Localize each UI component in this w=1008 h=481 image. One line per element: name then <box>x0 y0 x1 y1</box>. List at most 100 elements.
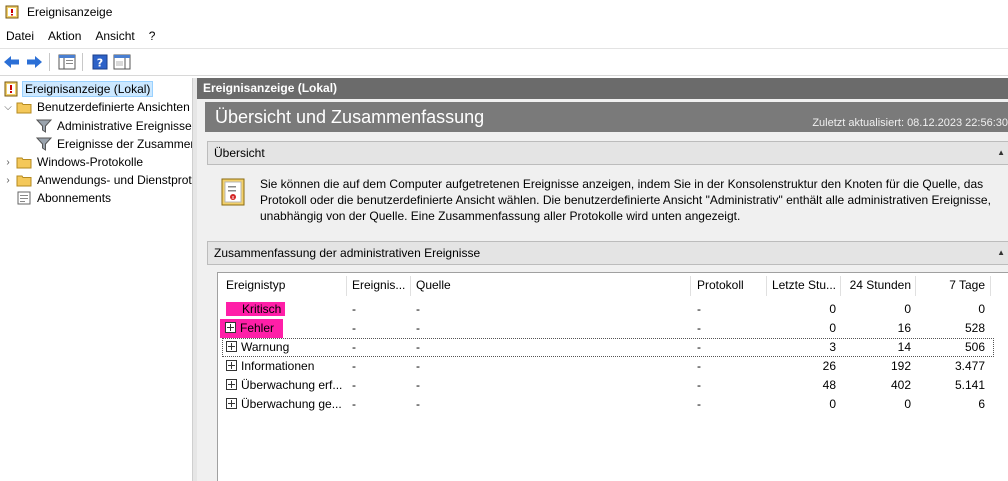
tree-item-windows-logs[interactable]: › Windows-Protokolle <box>3 153 145 171</box>
cell-event-id: - <box>352 340 356 354</box>
tree-item-summary-events[interactable]: Ereignisse der Zusammenfassung <box>36 135 192 153</box>
cell-log: - <box>697 321 701 335</box>
tree-item-admin-events[interactable]: Administrative Ereignisse <box>36 117 192 135</box>
toolbar-separator <box>82 53 83 71</box>
cell-type: Informationen <box>226 357 346 376</box>
show-hide-action-pane-button[interactable] <box>112 52 132 72</box>
column-divider[interactable] <box>990 276 991 296</box>
column-header-type[interactable]: Ereignistyp <box>226 273 346 297</box>
cell-24h: 0 <box>904 397 911 411</box>
folder-icon <box>16 175 32 187</box>
cell-source: - <box>416 378 420 392</box>
expand-plus-icon[interactable] <box>226 360 237 372</box>
type-label: Informationen <box>241 359 315 373</box>
page-title: Übersicht und Zusammenfassung <box>215 107 485 127</box>
main-header: Ereignisanzeige (Lokal) <box>197 78 1008 99</box>
expand-plus-icon[interactable] <box>226 379 237 391</box>
expand-plus-icon[interactable] <box>226 341 237 353</box>
type-label: Überwachung erf... <box>241 378 343 392</box>
cell-last-hour: 3 <box>829 340 836 354</box>
forward-arrow-icon <box>27 56 42 68</box>
type-label: Fehler <box>240 321 275 335</box>
cell-log: - <box>697 340 701 354</box>
chevron-right-icon[interactable]: › <box>3 157 13 168</box>
tree-item-app-service-logs[interactable]: › Anwendungs- und Dienstprotokolle <box>3 171 192 189</box>
collapse-icon[interactable]: ▲ <box>997 248 1005 257</box>
cell-7d: 506 <box>964 340 985 354</box>
column-divider[interactable] <box>840 276 841 296</box>
cell-type: Fehler <box>220 319 283 338</box>
section-title: Übersicht <box>214 146 265 160</box>
cell-source: - <box>416 340 420 354</box>
event-viewer-icon <box>5 5 19 19</box>
tree-label: Benutzerdefinierte Ansichten <box>37 100 190 114</box>
chevron-right-icon[interactable]: › <box>3 175 13 186</box>
cell-log: - <box>697 302 701 316</box>
table-row[interactable]: Überwachung erf... - - - 48 402 5.141 <box>218 376 1008 395</box>
tree-label: Abonnements <box>37 191 112 205</box>
column-divider[interactable] <box>410 276 411 296</box>
column-divider[interactable] <box>346 276 347 296</box>
menu-ansicht[interactable]: Ansicht <box>88 29 141 43</box>
title-bar: Ereignisanzeige <box>0 0 1008 24</box>
table-row[interactable]: Kritisch - - - 0 0 0 <box>218 300 1008 319</box>
cell-type: Überwachung ge... <box>226 395 346 414</box>
table-row[interactable]: Fehler - - - 0 16 528 <box>218 319 1008 338</box>
menu-aktion[interactable]: Aktion <box>41 29 88 43</box>
summary-section-header[interactable]: Zusammenfassung der administrativen Erei… <box>207 241 1008 265</box>
folder-icon <box>16 157 32 169</box>
help-icon: ? <box>92 54 108 70</box>
cell-log: - <box>697 397 701 411</box>
tree-item-subscriptions[interactable]: Abonnements <box>16 189 113 207</box>
column-divider[interactable] <box>915 276 916 296</box>
overview-info: x Sie können die auf dem Computer aufget… <box>217 171 1008 231</box>
menu-help[interactable]: ? <box>142 29 163 43</box>
cell-event-id: - <box>352 321 356 335</box>
column-header-7d[interactable]: 7 Tage <box>918 273 985 297</box>
column-header-24h[interactable]: 24 Stunden <box>844 273 911 297</box>
summary-table: Ereignistyp Ereignis... Quelle Protokoll… <box>217 272 1008 481</box>
chevron-down-icon[interactable]: ⌵ <box>3 102 13 113</box>
expand-plus-icon[interactable] <box>226 398 237 410</box>
tree-item-custom-views[interactable]: ⌵ Benutzerdefinierte Ansichten <box>3 98 192 116</box>
column-divider[interactable] <box>690 276 691 296</box>
cell-event-id: - <box>352 378 356 392</box>
overview-text: Sie können die auf dem Computer aufgetre… <box>260 177 991 223</box>
toolbar: ? <box>0 48 1008 76</box>
show-hide-tree-button[interactable] <box>57 52 77 72</box>
column-divider[interactable] <box>766 276 767 296</box>
cell-type: Kritisch <box>226 300 346 319</box>
menu-datei[interactable]: Datei <box>0 29 41 43</box>
main-pane: Ereignisanzeige (Lokal) Übersicht und Zu… <box>197 78 1008 481</box>
back-button[interactable] <box>2 52 22 72</box>
column-header-last-hour[interactable]: Letzte Stu... <box>770 273 836 297</box>
cell-7d: 3.477 <box>954 359 985 373</box>
column-header-log[interactable]: Protokoll <box>697 273 767 297</box>
table-row[interactable]: Warnung - - - 3 14 506 <box>222 338 994 357</box>
forward-button[interactable] <box>24 52 44 72</box>
overview-section-header[interactable]: Übersicht ▲ <box>207 141 1008 165</box>
cell-source: - <box>416 397 420 411</box>
table-row[interactable]: Informationen - - - 26 192 3.477 <box>218 357 1008 376</box>
window-title: Ereignisanzeige <box>27 5 113 19</box>
cell-24h: 16 <box>897 321 911 335</box>
cell-24h: 192 <box>890 359 911 373</box>
cell-last-hour: 26 <box>822 359 836 373</box>
tree-label: Anwendungs- und Dienstprotokolle <box>37 173 192 187</box>
expand-plus-icon[interactable] <box>225 322 236 334</box>
column-header-event-id[interactable]: Ereignis... <box>352 273 410 297</box>
collapse-icon[interactable]: ▲ <box>997 148 1005 157</box>
filter-icon <box>36 137 52 151</box>
tree-label: Administrative Ereignisse <box>57 119 192 133</box>
cell-7d: 528 <box>964 321 985 335</box>
help-button[interactable]: ? <box>90 52 110 72</box>
last-updated: Zuletzt aktualisiert: 08.12.2023 22:56:3… <box>812 117 1008 129</box>
table-row[interactable]: Überwachung ge... - - - 0 0 6 <box>218 395 1008 414</box>
type-label: Warnung <box>241 340 290 354</box>
type-label: Überwachung ge... <box>241 397 342 411</box>
cell-7d: 0 <box>978 302 985 316</box>
cell-last-hour: 48 <box>822 378 836 392</box>
cell-event-id: - <box>352 359 356 373</box>
column-header-source[interactable]: Quelle <box>416 273 686 297</box>
tree-item-root[interactable]: Ereignisanzeige (Lokal) <box>3 80 154 98</box>
